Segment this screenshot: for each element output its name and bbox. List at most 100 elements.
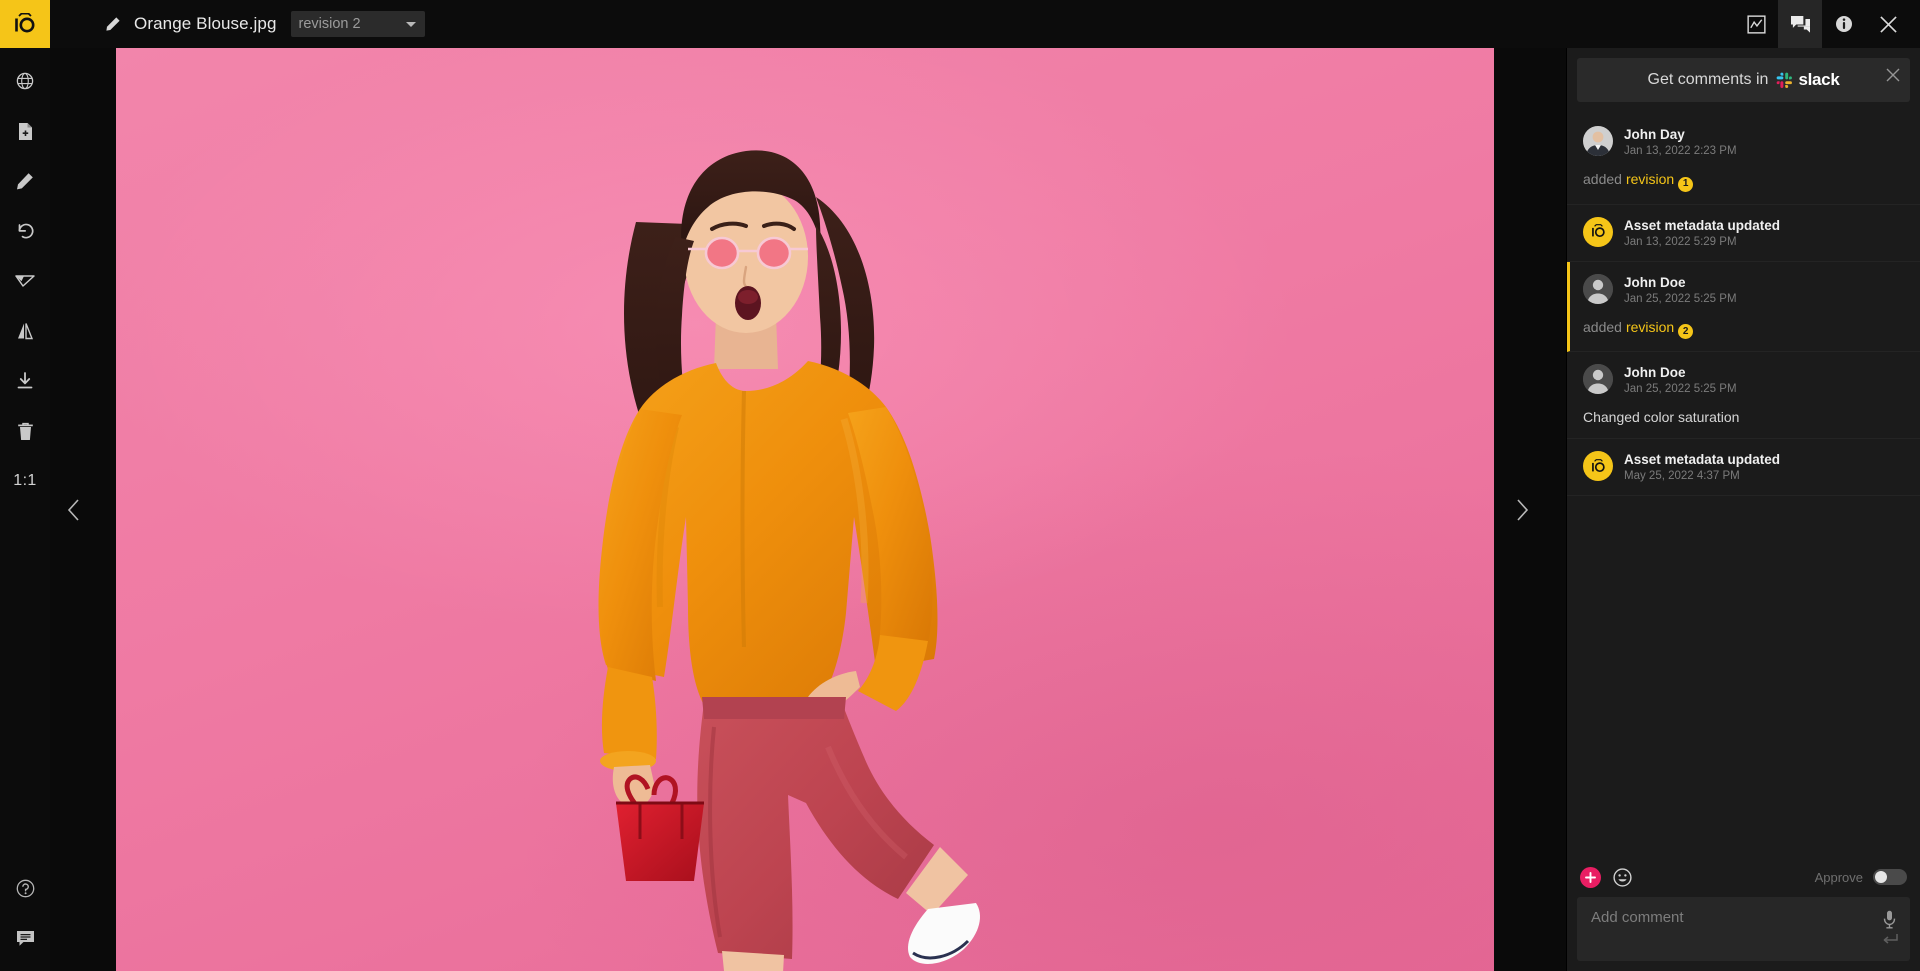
avatar — [1583, 451, 1613, 481]
entry-meta: Asset metadata updated Jan 13, 2022 5:29… — [1624, 217, 1780, 249]
entry-timestamp: Jan 25, 2022 5:25 PM — [1624, 292, 1737, 305]
feed-entry[interactable]: John Day Jan 13, 2022 2:23 PM added revis… — [1567, 114, 1920, 205]
download-icon — [17, 372, 33, 389]
analytics-button[interactable] — [1734, 0, 1778, 48]
entry-header: Asset metadata updated Jan 13, 2022 5:29… — [1583, 216, 1902, 249]
prev-asset-button[interactable] — [58, 494, 90, 526]
entry-revision-link[interactable]: revision — [1626, 171, 1674, 187]
info-button[interactable] — [1822, 0, 1866, 48]
entry-header: John Doe Jan 25, 2022 5:25 PM — [1583, 273, 1902, 306]
edit-filename-button[interactable] — [94, 0, 132, 48]
tool-annotate[interactable] — [0, 156, 50, 206]
comment-placeholder: Add comment — [1591, 909, 1684, 926]
approve-control: Approve — [1815, 869, 1907, 885]
entry-timestamp: Jan 13, 2022 5:29 PM — [1624, 235, 1737, 248]
toggle-knob — [1875, 871, 1887, 883]
undo-icon — [18, 223, 34, 239]
next-asset-button[interactable] — [1506, 494, 1538, 526]
comments-panel: Get comments in slack John Day Jan 13, 2… — [1566, 48, 1920, 971]
entry-meta: John Doe Jan 25, 2022 5:25 PM — [1624, 274, 1737, 306]
user-silhouette-avatar-icon — [1583, 364, 1613, 394]
entry-comment-text: Changed color saturation — [1583, 409, 1740, 425]
chat-button[interactable] — [0, 913, 50, 963]
microphone-icon — [1883, 910, 1896, 929]
composer-toolbar: Approve — [1577, 857, 1910, 897]
app-logo[interactable] — [0, 0, 50, 48]
entry-body: added revision 1 — [1583, 170, 1902, 192]
user-photo-avatar-icon — [1583, 126, 1613, 156]
entry-timestamp: Jan 25, 2022 5:25 PM — [1624, 383, 1737, 395]
entry-body: added revision 2 — [1583, 318, 1902, 339]
flag-icon — [15, 275, 35, 287]
slack-promo-banner[interactable]: Get comments in slack — [1577, 58, 1910, 102]
tool-compare[interactable] — [0, 306, 50, 356]
tool-globe[interactable] — [0, 56, 50, 106]
entry-revision-badge: 1 — [1678, 176, 1694, 192]
plus-icon — [1585, 871, 1596, 883]
approve-toggle[interactable] — [1873, 869, 1907, 885]
entry-author: Asset metadata updated — [1624, 217, 1781, 233]
zoom-ratio-button[interactable]: 1:1 — [0, 456, 50, 506]
pencil-icon — [17, 173, 33, 190]
feed-entry[interactable]: Asset metadata updated Jan 13, 2022 5:29… — [1567, 205, 1920, 262]
tool-undo[interactable] — [0, 206, 50, 256]
tool-file-add[interactable] — [0, 106, 50, 156]
approve-label: Approve — [1814, 869, 1863, 885]
entry-author: John Doe — [1624, 365, 1686, 380]
entry-revision-link[interactable]: revision — [1626, 319, 1674, 335]
top-actions — [1734, 0, 1920, 48]
app-root: Orange Blouse.jpg revision 2 1:1 Get com… — [0, 0, 1920, 971]
tool-delete[interactable] — [0, 406, 50, 456]
help-circle-icon — [16, 879, 34, 897]
slack-banner-text: Get comments in — [1647, 71, 1769, 88]
comment-input[interactable]: Add comment — [1577, 897, 1910, 961]
file-add-icon — [18, 122, 32, 140]
tool-flag[interactable] — [0, 256, 50, 306]
chevron-right-icon — [1517, 498, 1529, 521]
sneaker-right — [908, 903, 980, 964]
entry-header: Asset metadata updated May 25, 2022 4:37… — [1583, 451, 1902, 483]
tool-download[interactable] — [0, 356, 50, 406]
comments-icon — [1790, 15, 1810, 33]
io-camera-logo-icon — [15, 13, 35, 33]
emoji-picker-button[interactable] — [1613, 867, 1632, 887]
asset-image[interactable] — [116, 47, 1494, 971]
entry-author: Asset metadata updated — [1624, 452, 1781, 467]
activity-feed[interactable]: John Day Jan 13, 2022 2:23 PM added revis… — [1567, 108, 1920, 857]
entry-meta: John Day Jan 13, 2022 2:23 PM — [1624, 126, 1737, 158]
top-bar: Orange Blouse.jpg revision 2 — [0, 0, 1920, 48]
entry-body-prefix: added — [1583, 318, 1622, 335]
chevron-left-icon — [67, 498, 79, 521]
voice-input-button[interactable] — [1883, 910, 1896, 934]
revision-select[interactable]: revision 2 — [290, 11, 425, 37]
file-name: Orange Blouse.jpg — [134, 14, 277, 33]
banner-close-button[interactable] — [1885, 67, 1901, 83]
entry-header: John Day Jan 13, 2022 2:23 PM — [1583, 126, 1902, 158]
close-icon — [1879, 15, 1897, 33]
entry-author: John Day — [1624, 127, 1685, 142]
feed-entry[interactable]: John Doe Jan 25, 2022 5:25 PM Changed co… — [1567, 352, 1920, 439]
avatar — [1583, 273, 1613, 304]
entry-body: Changed color saturation — [1583, 408, 1902, 426]
io-system-avatar-icon — [1591, 458, 1605, 472]
chevron-down-icon — [405, 22, 416, 27]
io-system-avatar-icon — [1591, 224, 1605, 238]
close-button[interactable] — [1866, 0, 1910, 48]
feed-entry[interactable]: Asset metadata updated May 25, 2022 4:37… — [1567, 439, 1920, 496]
compare-icon — [18, 323, 34, 340]
feed-entry-active[interactable]: John Doe Jan 25, 2022 5:25 PM added revis… — [1567, 261, 1920, 352]
info-icon — [1836, 16, 1852, 32]
comments-button[interactable] — [1778, 0, 1822, 48]
entry-meta: John Doe Jan 25, 2022 5:25 PM — [1624, 364, 1737, 396]
slack-brand-word: slack — [1798, 70, 1840, 89]
avatar — [1583, 126, 1613, 156]
close-icon — [1886, 68, 1900, 82]
chat-icon — [16, 930, 34, 946]
user-silhouette-avatar-icon — [1583, 273, 1613, 304]
submit-comment-button[interactable] — [1882, 933, 1898, 951]
help-button[interactable] — [0, 863, 50, 913]
image-viewer — [50, 47, 1566, 971]
add-attachment-button[interactable] — [1580, 866, 1601, 888]
comment-composer: Approve Add comment — [1567, 857, 1920, 971]
avatar — [1583, 364, 1613, 394]
